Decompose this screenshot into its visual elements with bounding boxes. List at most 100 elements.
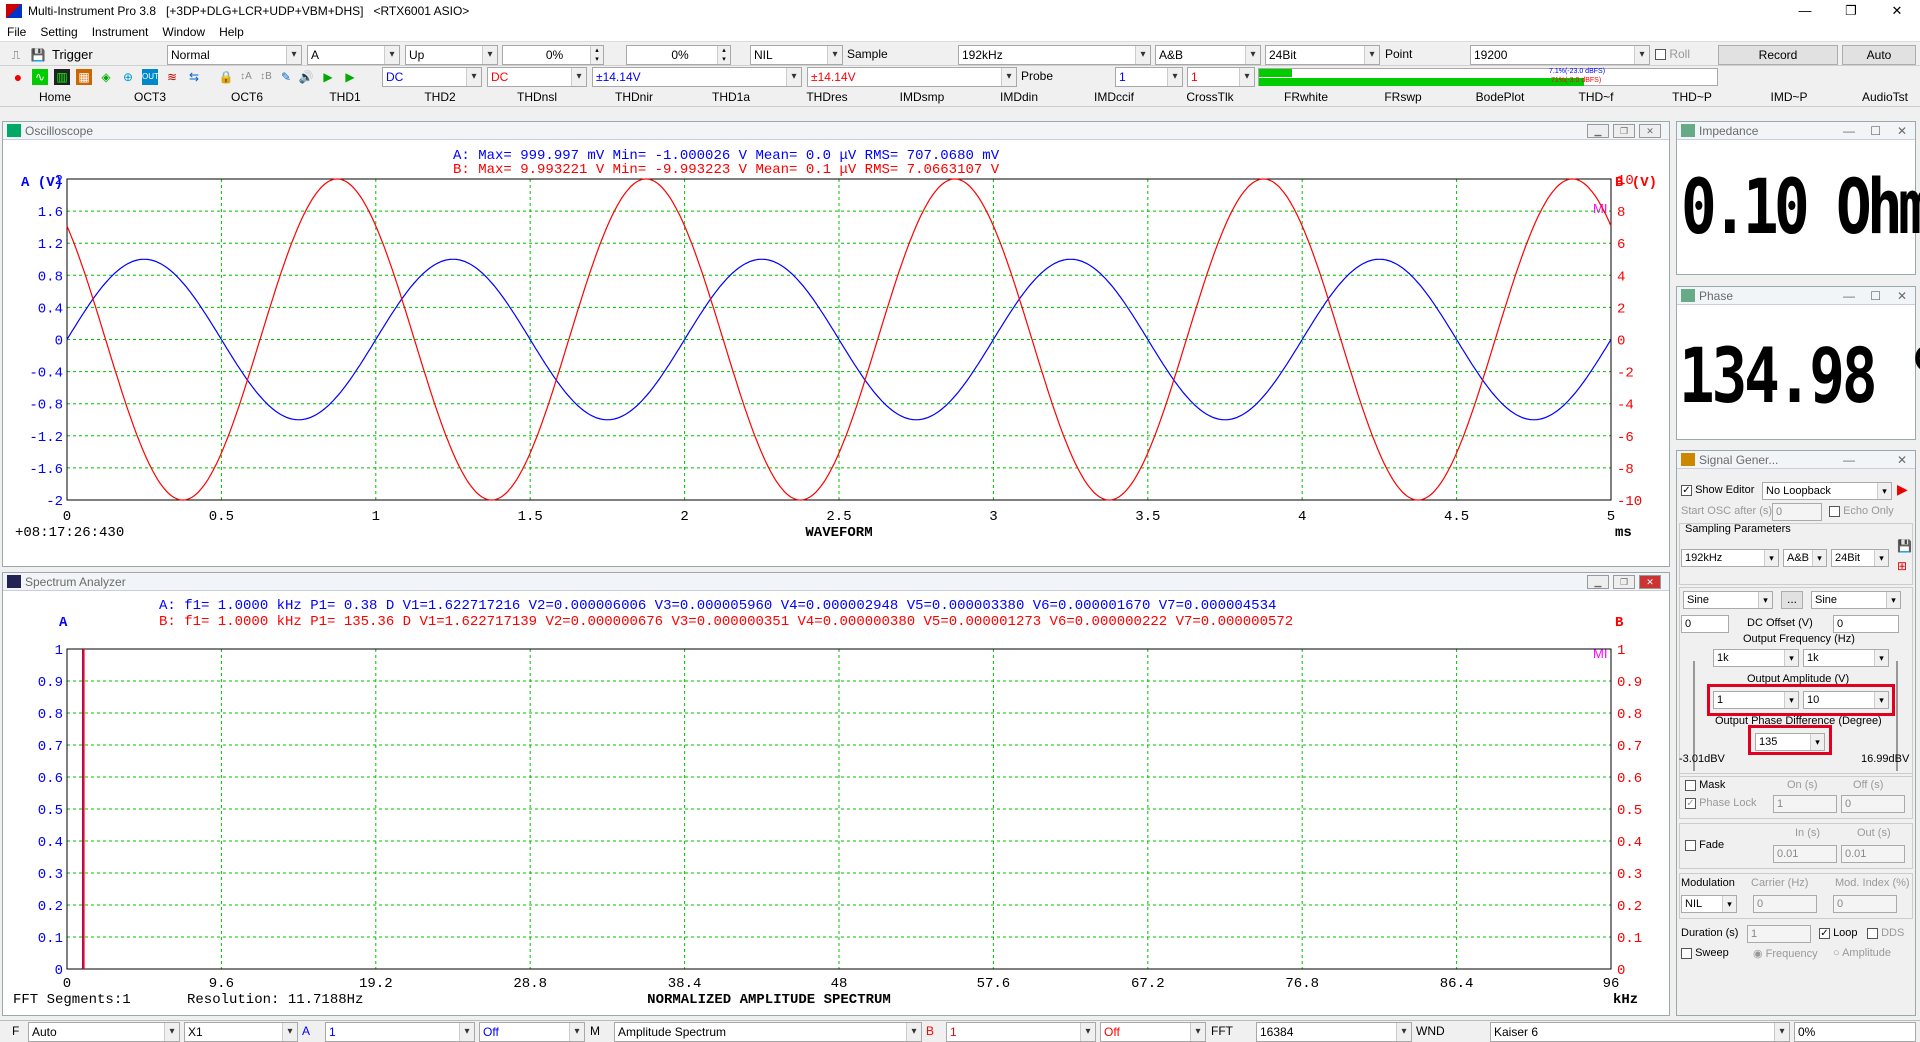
panel-close-button[interactable]: ✕ [1639,575,1661,589]
roll-checkbox[interactable]: Roll [1655,47,1690,61]
panel-minimize-button[interactable]: — [1843,451,1855,469]
tab-imdccif[interactable]: IMDccif [1094,90,1134,104]
coupling-b-select[interactable]: DC [487,67,587,87]
freq-b-select[interactable]: 1k [1803,649,1889,667]
on-input[interactable]: 1 [1773,795,1837,813]
a-offset-select[interactable]: Off [479,1022,585,1042]
speaker-icon[interactable]: 🔊 [298,69,314,85]
tab-thd-p[interactable]: THD~P [1672,90,1712,104]
probe-a-select[interactable]: 1 [1115,67,1183,87]
tab-frwhite[interactable]: FRwhite [1284,90,1328,104]
output-icon[interactable]: OUT [142,69,159,85]
trigger-level-spinner[interactable]: 0% [502,45,604,65]
start-osc-input[interactable]: 0 [1772,503,1822,521]
panel-close-button[interactable]: ✕ [1639,124,1661,138]
tab-thd2[interactable]: THD2 [424,90,455,104]
panel-maximize-button[interactable]: ☐ [1870,287,1881,305]
tab-frswp[interactable]: FRswp [1384,90,1421,104]
a-scale-select[interactable]: 1 [325,1022,475,1042]
auto-b-icon[interactable]: ↕B [258,69,274,85]
channel-select[interactable]: A&B [1155,45,1261,65]
mask-checkbox[interactable]: Mask [1685,779,1725,791]
auto-button[interactable]: Auto [1842,45,1916,65]
menu-instrument[interactable]: Instrument [85,25,156,39]
tab-thd1[interactable]: THD1 [329,90,360,104]
mode-select[interactable]: Amplitude Spectrum [614,1022,922,1042]
tab-oct3[interactable]: OCT3 [134,90,166,104]
menu-setting[interactable]: Setting [33,25,84,39]
tab-imd-p[interactable]: IMD~P [1770,90,1807,104]
x-zoom-select[interactable]: X1 [184,1022,298,1042]
range-a-select[interactable]: ±14.14V [592,67,802,87]
menu-window[interactable]: Window [155,25,212,39]
frequency-scale-select[interactable]: Auto [28,1022,180,1042]
panel-restore-button[interactable]: ❐ [1613,124,1635,138]
oscilloscope-chart[interactable]: A: Max= 999.997 mV Min= -1.000026 V Mean… [3,141,1669,567]
wave-b-select[interactable]: Sine [1811,591,1901,609]
sweep-amplitude-radio[interactable]: ○ Amplitude [1833,947,1891,959]
window-function-select[interactable]: Kaiser 6 [1490,1022,1790,1042]
trigger-mode-select[interactable]: Normal [167,45,302,65]
tab-thd-f[interactable]: THD~f [1578,90,1613,104]
mod-index-input[interactable]: 0 [1833,895,1897,913]
spectrum-chart[interactable]: A: f1= 1.0000 kHz P1= 0.38 D V1=1.622717… [3,592,1669,1016]
tab-thd1a[interactable]: THD1a [712,90,750,104]
auto-a-icon[interactable]: ↕A [238,69,254,85]
dds-checkbox[interactable]: DDS [1867,927,1904,939]
fft-size-select[interactable]: 16384 [1256,1022,1412,1042]
play-icon[interactable]: ▶ [320,69,336,85]
oscilloscope-icon[interactable]: ⎍ [8,47,24,63]
panel-close-button[interactable]: ✕ [1897,287,1907,305]
lock-icon[interactable]: 🔒 [218,69,234,85]
sweep-checkbox[interactable]: Sweep [1681,947,1729,959]
spectrum3d-view-icon[interactable]: ▦ [76,69,92,85]
panel-minimize-button[interactable]: — [1843,287,1855,305]
range-b-select[interactable]: ±14.14V [807,67,1017,87]
fade-checkbox[interactable]: Fade [1685,839,1724,851]
b-scale-select[interactable]: 1 [946,1022,1096,1042]
tab-imddin[interactable]: IMDdin [1000,90,1038,104]
dds-icon[interactable]: ⇆ [186,69,202,85]
tab-bodeplot[interactable]: BodePlot [1476,90,1525,104]
echo-only-checkbox[interactable]: Echo Only [1829,505,1894,517]
carrier-input[interactable]: 0 [1753,895,1817,913]
wave-more-button[interactable]: ... [1781,591,1803,609]
show-editor-checkbox[interactable]: ✓ Show Editor [1681,484,1754,496]
siggen-bits-select[interactable]: 24Bit [1831,549,1889,567]
sweep-frequency-radio[interactable]: ◉ Frequency [1753,947,1818,960]
spectrum-view-icon[interactable]: ▥ [54,69,70,85]
tab-audiotst[interactable]: AudioTst [1862,90,1908,104]
trigger-channel-select[interactable]: A [307,45,400,65]
panel-minimize-button[interactable]: ▁ [1587,575,1609,589]
tab-thdnir[interactable]: THDnir [615,90,653,104]
phase-lock-checkbox[interactable]: ✓ Phase Lock [1685,797,1757,809]
fade-in-input[interactable]: 0.01 [1773,845,1837,863]
loop-checkbox[interactable]: ✓ Loop [1819,927,1858,939]
tab-imdsmp[interactable]: IMDsmp [900,90,945,104]
panel-close-button[interactable]: ✕ [1897,451,1907,469]
fade-out-input[interactable]: 0.01 [1841,845,1905,863]
play-once-icon[interactable]: ▶ [342,69,358,85]
duration-input[interactable]: 1 [1747,925,1811,943]
panel-maximize-button[interactable]: ☐ [1870,122,1881,140]
nil-select[interactable]: NIL [750,45,843,65]
save-icon[interactable]: 💾 [30,47,46,63]
loopback-select[interactable]: No Loopback [1762,482,1892,500]
probe-b-select[interactable]: 1 [1187,67,1255,87]
off-input[interactable]: 0 [1841,795,1905,813]
tab-home[interactable]: Home [39,90,71,104]
oscilloscope-view-icon[interactable]: ∿ [32,69,48,85]
panel-minimize-button[interactable]: ▁ [1587,124,1609,138]
siggen-channel-select[interactable]: A&B [1783,549,1827,567]
menu-file[interactable]: File [0,25,33,39]
phase-plot-icon[interactable]: ⊕ [120,69,136,85]
b-offset-select[interactable]: Off [1100,1022,1206,1042]
sample-rate-select[interactable]: 192kHz [958,45,1151,65]
tab-thdnsl[interactable]: THDnsl [517,90,557,104]
tab-thdres[interactable]: THDres [806,90,847,104]
maximize-button[interactable]: ❐ [1828,0,1874,22]
close-button[interactable]: ✕ [1874,0,1920,22]
siggen-settings-icon[interactable]: ⊞ [1897,559,1907,573]
wave-a-select[interactable]: Sine [1683,591,1773,609]
minimize-button[interactable]: — [1782,0,1828,22]
